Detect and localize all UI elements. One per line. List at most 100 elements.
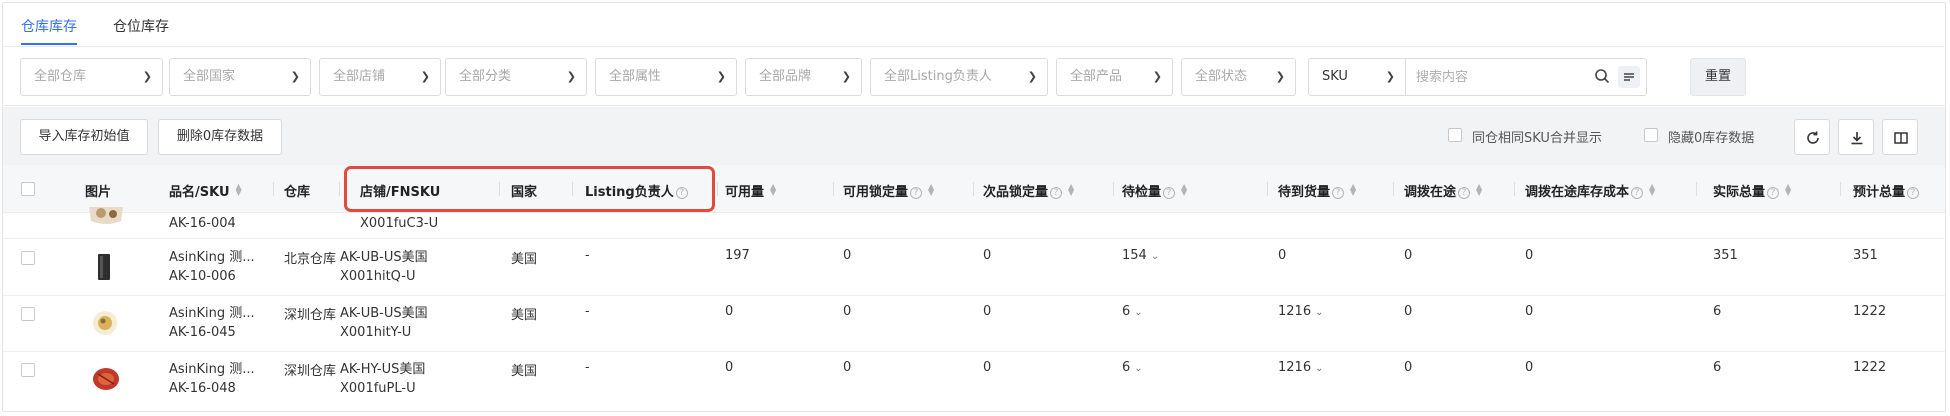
search-input[interactable] [1416,59,1616,95]
col-available[interactable]: 可用量 ▲ ▼ [725,181,776,201]
select-all-checkbox[interactable] [21,182,35,196]
table-row[interactable]: AsinKing 测... AK-10-006 北京仓库 AK-UB-US美国 X0… [3,240,1945,296]
chevron-down-icon[interactable]: ⌄ [1315,363,1323,374]
filter-bar: 全部仓库 ❯ 全部国家 ❯ 全部店铺 ❯ 全部分类 ❯ 全部属性 ❯ 全部品牌 ❯ 全部Li… [3,48,1945,106]
fnsku-text: X001hitQ-U [340,269,416,284]
forecast-total-value: 1222 [1853,360,1887,375]
table-row[interactable]: AsinKing 测... AK-16-048 深圳仓库 AK-HY-US美国 X0… [3,352,1945,410]
table-row[interactable]: AK-16-004 X001fuC3-U [3,207,1945,239]
row-checkbox[interactable] [21,307,35,321]
col-pending-arrival[interactable]: 待到货量 ? ▲ ▼ [1278,181,1356,201]
sort-icon[interactable]: ▲ ▼ [770,183,776,197]
help-circle-icon[interactable]: ? [1163,187,1176,199]
available-value: 0 [725,304,734,319]
store-text: AK-UB-US美国 [340,250,428,265]
status-select[interactable]: 全部状态 ❯ [1181,58,1296,96]
checkbox-box[interactable] [1448,128,1462,142]
store-fnsku: AK-HY-US美国 X001fuPL-U [340,360,425,398]
warehouse-select[interactable]: 全部仓库 ❯ [20,58,163,96]
list-icon[interactable] [1618,66,1640,88]
col-transfer-in-transit[interactable]: 调拨在途 ? ▲ ▼ [1404,181,1482,201]
pending-arrival-value[interactable]: 1216 ⌄ [1278,304,1323,319]
sort-icon[interactable]: ▲ ▼ [1350,183,1356,197]
col-name-sku-label: 品名/SKU [169,185,230,200]
product-name-sku[interactable]: AsinKing 测... AK-10-006 [169,248,255,286]
help-circle-icon[interactable]: ? [1050,187,1063,199]
product-select[interactable]: 全部产品 ❯ [1056,58,1173,96]
product-name-sku[interactable]: AsinKing 测... AK-16-048 [169,360,255,398]
delete-zero-stock-button[interactable]: 删除0库存数据 [158,119,282,155]
col-transfer-cost[interactable]: 调拨在途库存成本 ? ▲ ▼ [1525,181,1655,201]
col-name-sku[interactable]: 品名/SKU ▲ ▼ [169,181,242,201]
pending-arrival-value[interactable]: 1216 ⌄ [1278,360,1323,375]
store-text: AK-HY-US美国 [340,362,426,377]
help-circle-icon[interactable]: ? [910,187,923,199]
attribute-select-value: 全部属性 [609,69,662,84]
chevron-down-icon[interactable]: ⌄ [1315,307,1323,318]
country-select[interactable]: 全部国家 ❯ [169,58,311,96]
sort-icon[interactable]: ▲ ▼ [1068,183,1074,197]
pending-inspection-value[interactable]: 6 ⌄ [1122,360,1143,375]
refresh-button[interactable] [1794,119,1830,155]
search-box [1406,58,1647,96]
col-country: 国家 [511,185,538,200]
attribute-select[interactable]: 全部属性 ❯ [595,58,737,96]
col-available-label: 可用量 [725,185,765,200]
warehouse-text: 北京仓库 [284,252,337,267]
download-button[interactable] [1838,119,1874,155]
search-field-select[interactable]: SKU ❯ [1308,58,1406,96]
help-circle-icon[interactable]: ? [1767,187,1780,199]
chevron-down-icon: ❯ [566,70,576,83]
country-select-value: 全部国家 [183,69,236,84]
product-select-value: 全部产品 [1070,69,1123,84]
checkbox-box[interactable] [1644,128,1658,142]
chevron-down-icon[interactable]: ⌄ [1151,251,1159,262]
product-name-sku[interactable]: AsinKing 测... AK-16-045 [169,304,255,342]
sort-icon[interactable]: ▲ ▼ [1181,183,1187,197]
column-divider [1113,182,1114,196]
help-circle-icon[interactable]: ? [1458,187,1471,199]
chevron-down-icon[interactable]: ⌄ [1134,363,1142,374]
help-circle-icon[interactable]: ? [1631,187,1644,199]
category-select[interactable]: 全部分类 ❯ [445,58,587,96]
sku-text[interactable]: AK-16-004 [169,216,236,231]
help-circle-icon[interactable]: ? [675,187,688,199]
table-row[interactable]: AsinKing 测... AK-16-045 深圳仓库 AK-UB-US美国 X0… [3,296,1945,352]
col-actual-total[interactable]: 实际总量 ? ▲ ▼ [1713,181,1791,201]
pending-arrival-number: 1216 [1278,304,1312,319]
row-checkbox[interactable] [21,251,35,265]
pending-inspection-value[interactable]: 6 ⌄ [1122,304,1143,319]
sort-icon[interactable]: ▲ ▼ [1785,183,1791,197]
import-initial-stock-button[interactable]: 导入库存初始值 [20,119,148,155]
col-defective-locked-label: 次品锁定量 [983,185,1049,200]
chevron-down-icon: ❯ [290,70,300,83]
product-name: AsinKing 测... [169,306,255,321]
chevron-down-icon: ❯ [1152,70,1162,83]
pending-inspection-value[interactable]: 154 ⌄ [1122,248,1159,263]
col-available-locked[interactable]: 可用锁定量 ? ▲ ▼ [843,181,934,201]
chevron-down-icon: ❯ [420,70,430,83]
help-circle-icon[interactable]: ? [1907,187,1920,199]
sort-icon[interactable]: ▲ ▼ [1476,183,1482,197]
sort-icon[interactable]: ▲ ▼ [1649,183,1655,197]
tab-bin-inventory[interactable]: 仓位库存 [113,16,169,36]
store-select[interactable]: 全部店铺 ❯ [319,58,441,96]
sort-icon[interactable]: ▲ ▼ [928,183,934,197]
sort-icon[interactable]: ▲ ▼ [236,183,242,197]
action-bar: 导入库存初始值 删除0库存数据 同仓相同SKU合并显示 隐藏0库存数据 [3,107,1945,165]
col-defective-locked[interactable]: 次品锁定量 ? ▲ ▼ [983,181,1074,201]
inventory-panel: 仓库库存 仓位库存 全部仓库 ❯ 全部国家 ❯ 全部店铺 ❯ 全部分类 ❯ 全部属性 ❯ … [2,2,1946,412]
col-pending-inspection[interactable]: 待检量 ? ▲ ▼ [1122,181,1187,201]
listing-owner-select[interactable]: 全部Listing负责人 ❯ [870,58,1048,96]
search-icon[interactable] [1594,68,1610,84]
reset-button[interactable]: 重置 [1690,58,1746,96]
tab-warehouse-inventory[interactable]: 仓库库存 [21,16,77,36]
pending-inspection-number: 154 [1122,248,1147,263]
pending-arrival-number: 1216 [1278,360,1312,375]
columns-button[interactable] [1882,119,1918,155]
transfer-in-transit-value: 0 [1404,304,1413,319]
chevron-down-icon[interactable]: ⌄ [1134,307,1142,318]
help-circle-icon[interactable]: ? [1332,187,1345,199]
row-checkbox[interactable] [21,363,35,377]
brand-select[interactable]: 全部品牌 ❯ [745,58,862,96]
